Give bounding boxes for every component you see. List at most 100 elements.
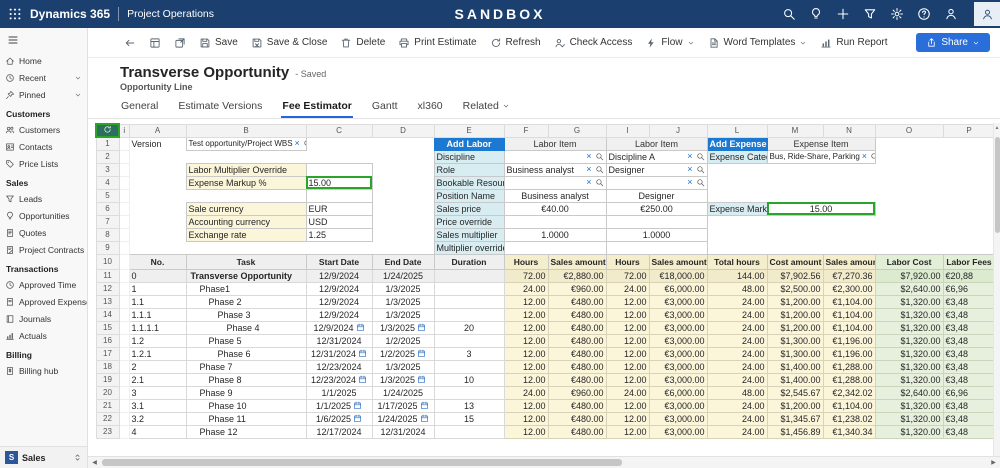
bookable-resource-lookup-1[interactable]: × [503, 175, 607, 190]
save-button[interactable]: Save [193, 33, 244, 53]
start-date-cell[interactable]: 12/9/2024 [305, 320, 373, 335]
task-name-cell[interactable]: Phase 10 [185, 398, 307, 413]
cost-amount-cell[interactable]: $1,300.00 [766, 333, 824, 348]
cell[interactable]: C [305, 123, 373, 138]
role-lookup-2[interactable]: Designer × [605, 162, 708, 177]
task-number-cell[interactable]: 1.2 [128, 333, 187, 348]
cell[interactable] [767, 215, 823, 228]
sales-amount-cell[interactable]: €1,288.00 [822, 359, 876, 374]
position-name-label[interactable]: Position Name [433, 188, 505, 203]
cell[interactable] [823, 189, 875, 202]
labor-cost-cell[interactable]: $1,320.00 [874, 294, 944, 309]
sidebar-item-home[interactable]: Home [0, 52, 87, 69]
cell[interactable] [118, 201, 130, 216]
labor-cost-cell[interactable]: $1,320.00 [874, 320, 944, 335]
cell[interactable] [118, 398, 130, 413]
task-number-cell[interactable]: 1.1.1.1 [128, 320, 187, 335]
price-override-label[interactable]: Price override [433, 214, 505, 229]
cell[interactable]: I [605, 123, 650, 138]
sales-amount-cell[interactable]: €6,000.00 [648, 385, 708, 400]
cell[interactable] [823, 215, 875, 228]
sales-amount-cell[interactable]: €3,000.00 [648, 294, 708, 309]
labor-cost-cell[interactable]: $1,320.00 [874, 346, 944, 361]
sales-amount-cell[interactable]: €480.00 [547, 320, 607, 335]
fee-table-row[interactable]: 19 2.1 Phase 8 12/23/2024 1/3/2025 10 12… [95, 372, 996, 387]
cell[interactable] [875, 137, 943, 150]
share-button[interactable]: Share [916, 33, 990, 52]
plus-icon[interactable] [836, 7, 850, 21]
price-override-1[interactable] [503, 214, 607, 229]
sidebar-item-recent[interactable]: Recent [0, 69, 87, 86]
labor-cost-cell[interactable]: $1,320.00 [874, 372, 944, 387]
cell[interactable] [186, 189, 306, 202]
sidebar-item-contacts[interactable]: Contacts [0, 138, 87, 155]
row-number[interactable]: 22 [95, 411, 120, 426]
labor-fees-cell[interactable]: €3,48 [942, 424, 996, 439]
task-number-cell[interactable]: 1 [128, 281, 187, 296]
sidebar-item-project-contracts[interactable]: Project Contracts [0, 241, 87, 258]
end-date-cell[interactable]: 1/3/2025 [371, 359, 435, 374]
expense-markup-label-2[interactable]: Expense Markup % [706, 201, 768, 216]
cell[interactable]: Hours [605, 253, 650, 270]
search-icon[interactable] [595, 152, 604, 161]
row-number[interactable]: 19 [95, 372, 120, 387]
lightbulb-icon[interactable] [809, 7, 823, 21]
hours-cell[interactable]: 12.00 [605, 398, 650, 413]
cell[interactable]: Duration [433, 253, 505, 270]
task-name-cell[interactable]: Phase1 [185, 281, 307, 296]
fee-table-row[interactable]: 11 0 Transverse Opportunity 12/9/2024 1/… [95, 268, 996, 283]
hours-cell[interactable]: 12.00 [503, 294, 549, 309]
hours-cell[interactable]: 12.00 [605, 372, 650, 387]
calendar-icon[interactable] [417, 375, 426, 384]
task-name-cell[interactable]: Transverse Opportunity [185, 268, 307, 283]
cost-amount-cell[interactable]: $7,902.56 [766, 268, 824, 283]
cell[interactable]: Start Date [305, 253, 373, 270]
fee-table-row[interactable]: 18 2 Phase 7 12/23/2024 1/3/2025 12.00 €… [95, 359, 996, 374]
task-number-cell[interactable]: 1.1 [128, 294, 187, 309]
duration-cell[interactable]: 13 [433, 398, 505, 413]
cell[interactable]: Sales amount [547, 253, 607, 270]
start-date-cell[interactable]: 12/31/2024 [305, 346, 373, 361]
total-hours-cell[interactable]: 48.00 [706, 281, 768, 296]
tab-related[interactable]: Related [462, 97, 511, 118]
cell[interactable] [372, 202, 434, 215]
end-date-cell[interactable]: 1/3/2025 [371, 294, 435, 309]
sales-amount-cell[interactable]: €480.00 [547, 294, 607, 309]
sales-amount-cell[interactable]: €3,000.00 [648, 320, 708, 335]
calendar-icon[interactable] [358, 349, 367, 358]
labor-multiplier-label[interactable]: Labor Multiplier Override [185, 162, 307, 177]
search-icon[interactable] [870, 152, 874, 161]
cell[interactable]: No. [128, 253, 187, 270]
sidebar-item-actuals[interactable]: Actuals [0, 327, 87, 344]
cell[interactable]: 2 [95, 149, 120, 164]
duration-cell[interactable] [433, 359, 505, 374]
hours-cell[interactable]: 12.00 [605, 411, 650, 426]
cell[interactable] [372, 137, 434, 150]
cell[interactable]: F [503, 123, 549, 138]
calendar-icon[interactable] [420, 414, 429, 423]
task-name-cell[interactable]: Phase 6 [185, 346, 307, 361]
cell[interactable] [875, 241, 943, 254]
tab-fee-estimator[interactable]: Fee Estimator [281, 97, 352, 118]
task-name-cell[interactable]: Phase 8 [185, 372, 307, 387]
cell[interactable] [875, 228, 943, 241]
clear-icon[interactable]: × [295, 139, 300, 148]
row-number[interactable]: 17 [95, 346, 120, 361]
fee-table-row[interactable]: 15 1.1.1.1 Phase 4 12/9/2024 1/3/2025 20… [95, 320, 996, 335]
cell[interactable] [767, 176, 823, 189]
sales-amount-cell[interactable]: €1,340.34 [822, 424, 876, 439]
cell[interactable]: Cost amount [766, 253, 824, 270]
hours-cell[interactable]: 12.00 [605, 359, 650, 374]
cost-amount-cell[interactable]: $1,200.00 [766, 307, 824, 322]
labor-cost-cell[interactable]: $7,920.00 [874, 268, 944, 283]
sales-amount-cell[interactable]: €480.00 [547, 346, 607, 361]
vertical-scrollbar[interactable]: ▲ [993, 123, 1000, 456]
cell[interactable] [306, 150, 372, 163]
end-date-cell[interactable]: 1/3/2025 [371, 307, 435, 322]
sales-multiplier-2[interactable]: 1.0000 [605, 227, 708, 242]
clear-icon[interactable]: × [586, 152, 591, 161]
cell[interactable]: 3 [95, 162, 120, 177]
cell[interactable]: Sales amount [648, 253, 708, 270]
labor-fees-cell[interactable]: €20,88 [942, 268, 996, 283]
cell[interactable]: 7 [95, 214, 120, 229]
